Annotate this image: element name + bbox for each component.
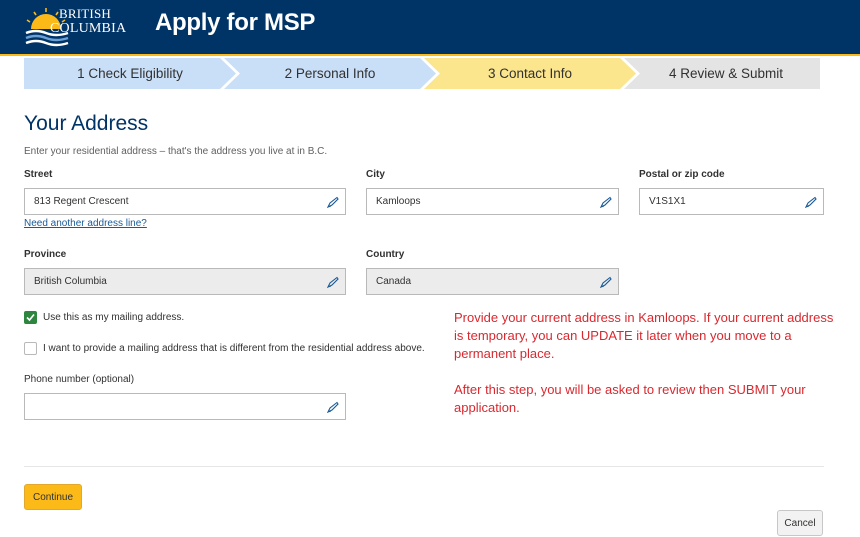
site-header: BRITISH COLUMBIA Apply for MSP [0,0,860,56]
page-title: Your Address [24,112,149,135]
city-value: Kamloops [376,196,421,207]
cancel-button[interactable]: Cancel [777,510,823,536]
progress-stepper: 1 Check Eligibility 2 Personal Info 3 Co… [24,58,820,89]
pencil-icon [327,401,339,413]
logo-line-1: BRITISH [59,6,111,21]
city-input[interactable]: Kamloops [366,188,619,215]
logo-line-2: COLUMBIA [50,21,127,36]
province-value: British Columbia [34,276,107,287]
postal-label: Postal or zip code [639,169,725,180]
mailing-same-label: Use this as my mailing address. [43,312,185,323]
pencil-icon [600,276,612,288]
phone-input[interactable] [24,393,346,420]
mailing-same-checkbox[interactable] [24,311,37,324]
street-value: 813 Regent Crescent [34,196,129,207]
pencil-icon [327,276,339,288]
step-personal-info[interactable]: 2 Personal Info [224,58,436,89]
country-input: Canada [366,268,619,295]
step-review-submit: 4 Review & Submit [668,66,784,81]
intro-text: Enter your residential address – that's … [24,146,328,157]
mailing-different-checkbox[interactable] [24,342,37,355]
street-input[interactable]: 813 Regent Crescent [24,188,346,215]
bc-wordmark: BRITISH COLUMBIA [50,6,126,36]
province-input: British Columbia [24,268,346,295]
pencil-icon [805,196,817,208]
postal-value: V1S1X1 [649,196,686,207]
continue-button[interactable]: Continue [24,484,82,510]
province-label: Province [24,249,67,260]
pencil-icon [600,196,612,208]
country-label: Country [366,249,405,260]
next-step-note: After this step, you will be asked to re… [454,382,806,415]
pencil-icon [327,196,339,208]
app-title: Apply for MSP [155,9,316,36]
mailing-same-option[interactable]: Use this as my mailing address. [24,311,184,324]
divider [24,466,824,467]
phone-label: Phone number (optional) [24,374,135,385]
step-check-eligibility[interactable]: 1 Check Eligibility [24,58,236,89]
postal-input[interactable]: V1S1X1 [639,188,824,215]
city-label: City [366,169,385,180]
country-value: Canada [376,276,412,287]
step-contact-info[interactable]: 3 Contact Info [424,58,636,89]
checkmark-icon [26,313,35,322]
address-note: Provide your current address in Kamloops… [454,310,834,361]
mailing-different-label: I want to provide a mailing address that… [43,343,425,354]
street-label: Street [24,169,53,180]
mailing-different-option[interactable]: I want to provide a mailing address that… [24,342,425,355]
another-address-line-link[interactable]: Need another address line? [24,218,147,229]
